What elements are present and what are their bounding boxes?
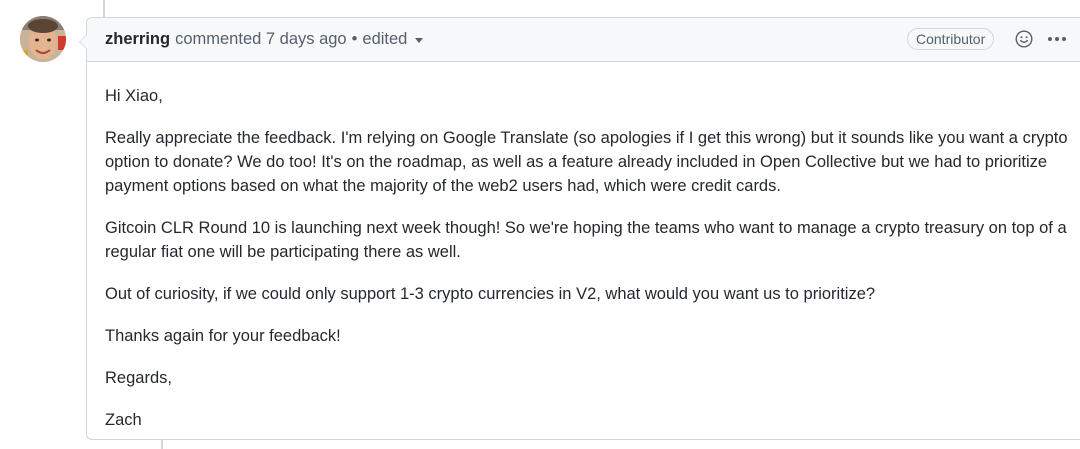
closing: Regards, (105, 369, 172, 387)
comment-timestamp[interactable]: commented 7 days ago (175, 30, 347, 49)
more-options-button[interactable] (1045, 31, 1069, 47)
kebab-horizontal-icon (1048, 37, 1052, 41)
timeline-line (103, 0, 105, 17)
kebab-dot (1055, 37, 1059, 41)
edited-label: edited (362, 30, 408, 48)
kebab-dot (1062, 37, 1066, 41)
triangle-down-icon (415, 38, 424, 43)
separator: • (351, 30, 358, 48)
comment-body: Hi Xiao, Really appreciate the feedback.… (87, 62, 1080, 432)
body-paragraph: Really appreciate the feedback. I'm rely… (105, 129, 1068, 195)
body-paragraph: Gitcoin CLR Round 10 is launching next w… (105, 219, 1067, 261)
edited-dropdown[interactable]: edited (362, 30, 424, 49)
contributor-badge: Contributor (907, 28, 995, 50)
comment-header: zherring commented 7 days ago • edited C… (87, 18, 1080, 62)
signature: Zach (105, 411, 142, 429)
comment-box: zherring commented 7 days ago • edited C… (79, 17, 1080, 440)
avatar[interactable] (20, 16, 66, 62)
greeting: Hi Xiao, (105, 87, 163, 105)
author-link[interactable]: zherring (105, 30, 170, 49)
body-paragraph: Out of curiosity, if we could only suppo… (105, 285, 876, 303)
add-reaction-button[interactable] (1013, 28, 1035, 50)
body-paragraph: Thanks again for your feedback! (105, 327, 341, 345)
timeline-line (161, 440, 163, 449)
avatar-image (20, 16, 66, 62)
smiley-icon (1015, 30, 1033, 48)
